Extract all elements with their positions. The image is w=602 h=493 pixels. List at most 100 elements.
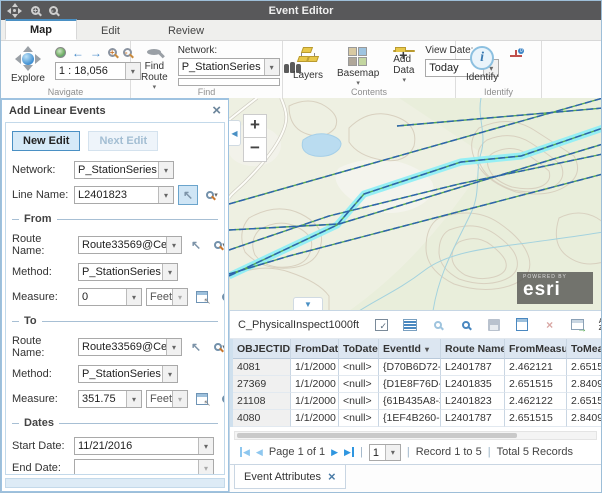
column-header[interactable]: ToDate bbox=[339, 339, 379, 359]
tab-map[interactable]: Map bbox=[5, 19, 77, 40]
collapse-panel-arrow[interactable] bbox=[229, 120, 241, 146]
from-zoom-to-measure-button[interactable] bbox=[216, 287, 225, 307]
select-line-on-map-button[interactable] bbox=[178, 185, 198, 205]
sort-button[interactable]: AZ bbox=[598, 317, 602, 332]
to-zoom-to-route-button[interactable] bbox=[210, 337, 225, 357]
full-extent-icon[interactable] bbox=[55, 47, 66, 58]
pan-to-selected-button[interactable] bbox=[458, 317, 473, 332]
show-selected-button[interactable] bbox=[402, 317, 417, 332]
to-select-route-button[interactable] bbox=[186, 337, 206, 357]
from-measure-label: Measure: bbox=[12, 291, 74, 303]
collapse-table-arrow[interactable] bbox=[293, 297, 323, 310]
line-name-label: Line Name: bbox=[12, 189, 70, 201]
start-date-combobox[interactable]: 11/21/2016 bbox=[74, 437, 214, 455]
close-icon[interactable] bbox=[212, 104, 221, 118]
tab-review[interactable]: Review bbox=[144, 22, 228, 40]
chevron-down-icon[interactable] bbox=[198, 438, 213, 454]
delete-records-button[interactable] bbox=[542, 317, 557, 332]
next-page-button[interactable] bbox=[331, 447, 338, 458]
from-select-route-button[interactable] bbox=[186, 235, 206, 255]
horizontal-scrollbar[interactable] bbox=[234, 431, 597, 440]
add-data-button[interactable]: Add Data bbox=[389, 44, 419, 86]
chevron-down-icon[interactable] bbox=[264, 59, 279, 75]
to-measure-combobox[interactable]: 351.75 bbox=[78, 390, 142, 408]
to-method-combobox[interactable]: P_StationSeries bbox=[78, 365, 178, 383]
layers-button[interactable]: Layers bbox=[289, 44, 327, 86]
from-route-name-combobox[interactable]: Route33569@Centr bbox=[78, 236, 182, 254]
map-area[interactable]: + − POWERED BY esri bbox=[229, 98, 601, 311]
table-row[interactable]: 40811/1/2000<null>{D70B6D72-3L24017872.4… bbox=[233, 359, 601, 376]
from-unit-combobox[interactable]: Feet bbox=[146, 288, 188, 306]
chevron-down-icon[interactable] bbox=[126, 391, 141, 407]
chevron-down-icon[interactable] bbox=[126, 289, 141, 305]
ribbon: Explore ← → + - 1 : 18,056 Navigate bbox=[1, 41, 601, 98]
chevron-down-icon[interactable] bbox=[158, 162, 173, 178]
column-header-sorted[interactable]: EventId bbox=[379, 339, 441, 359]
find-route-button[interactable]: Find Route bbox=[137, 44, 172, 86]
table-row[interactable]: 273691/1/2000<null>{D1E8F76D-FL24018352.… bbox=[233, 376, 601, 393]
fixed-zoom-in-icon[interactable]: + bbox=[108, 48, 117, 57]
zoom-to-line-button[interactable] bbox=[202, 185, 222, 205]
table-row[interactable]: 211081/1/2000<null>{61B435A8-3L24018232.… bbox=[233, 393, 601, 410]
column-header[interactable]: FromMeasure bbox=[505, 339, 567, 359]
table-row[interactable]: 40801/1/2000<null>{1EF4B260-FL24017872.6… bbox=[233, 410, 601, 427]
from-measure-combobox[interactable]: 0 bbox=[78, 288, 142, 306]
from-method-combobox[interactable]: P_StationSeries bbox=[78, 263, 178, 281]
from-pick-measure-button[interactable] bbox=[192, 287, 212, 307]
column-header[interactable]: FromDate bbox=[291, 339, 339, 359]
basemap-button[interactable]: Basemap bbox=[333, 44, 383, 86]
chevron-down-icon[interactable] bbox=[385, 445, 400, 460]
export-table-button[interactable] bbox=[570, 317, 585, 332]
tab-edit[interactable]: Edit bbox=[77, 22, 144, 40]
column-header[interactable]: OBJECTID bbox=[233, 339, 291, 359]
previous-extent-icon[interactable]: ← bbox=[72, 48, 84, 58]
next-extent-icon[interactable]: → bbox=[90, 48, 102, 58]
chevron-down-icon[interactable] bbox=[162, 366, 177, 382]
first-page-button[interactable] bbox=[240, 447, 250, 458]
network-combobox[interactable]: P_StationSeries bbox=[74, 161, 174, 179]
scrollbar-thumb[interactable] bbox=[237, 433, 517, 438]
select-records-button[interactable] bbox=[374, 317, 389, 332]
identify-icon: i bbox=[470, 46, 494, 70]
chevron-down-icon[interactable] bbox=[172, 391, 187, 407]
to-pick-measure-button[interactable] bbox=[192, 389, 212, 409]
layers-icon bbox=[297, 46, 319, 68]
chevron-down-icon[interactable] bbox=[172, 289, 187, 305]
field-calculator-button[interactable] bbox=[514, 317, 529, 332]
tab-event-attributes[interactable]: Event Attributes bbox=[234, 465, 346, 489]
chevron-down-icon[interactable] bbox=[198, 460, 213, 475]
chevron-down-icon[interactable] bbox=[162, 264, 177, 280]
chevron-down-icon[interactable] bbox=[158, 187, 173, 203]
explore-button[interactable]: Explore bbox=[7, 44, 49, 86]
close-icon[interactable] bbox=[328, 469, 336, 484]
magnifier-icon bbox=[222, 395, 225, 403]
chevron-down-icon[interactable] bbox=[166, 237, 181, 253]
select-cursor-icon bbox=[191, 238, 201, 252]
route-location-icon[interactable]: 0 bbox=[510, 48, 524, 62]
to-route-name-label: Route Name: bbox=[12, 335, 74, 359]
map-zoom-out-button[interactable]: − bbox=[243, 138, 267, 162]
column-header[interactable]: Route Name bbox=[441, 339, 505, 359]
last-page-button[interactable] bbox=[344, 447, 354, 458]
column-header[interactable]: ToMeasure bbox=[567, 339, 601, 359]
find-network-combobox[interactable]: P_StationSeries bbox=[178, 58, 280, 76]
save-edits-button[interactable] bbox=[486, 317, 501, 332]
zoom-to-selected-button[interactable] bbox=[430, 317, 445, 332]
to-unit-combobox[interactable]: Feet bbox=[146, 390, 188, 408]
basemap-icon bbox=[348, 47, 368, 66]
identify-button[interactable]: i Identify bbox=[462, 44, 502, 86]
find-route-input[interactable] bbox=[178, 78, 280, 86]
page-number-combobox[interactable]: 1 bbox=[369, 444, 401, 461]
to-zoom-to-measure-button[interactable] bbox=[216, 389, 225, 409]
next-edit-button[interactable]: Next Edit bbox=[88, 131, 158, 151]
end-date-combobox[interactable] bbox=[74, 459, 214, 475]
from-zoom-to-route-button[interactable] bbox=[210, 235, 225, 255]
line-name-combobox[interactable]: L2401823 bbox=[74, 186, 174, 204]
scale-combobox[interactable]: 1 : 18,056 bbox=[55, 62, 141, 80]
to-route-name-combobox[interactable]: Route33569@Centr bbox=[78, 338, 182, 356]
previous-page-button[interactable] bbox=[256, 447, 263, 458]
new-edit-button[interactable]: New Edit bbox=[12, 131, 80, 151]
map-zoom-in-button[interactable]: + bbox=[243, 114, 267, 138]
chevron-down-icon[interactable] bbox=[166, 339, 181, 355]
event-editor-window: + - Event Editor Map Edit Review Explore… bbox=[0, 0, 602, 493]
